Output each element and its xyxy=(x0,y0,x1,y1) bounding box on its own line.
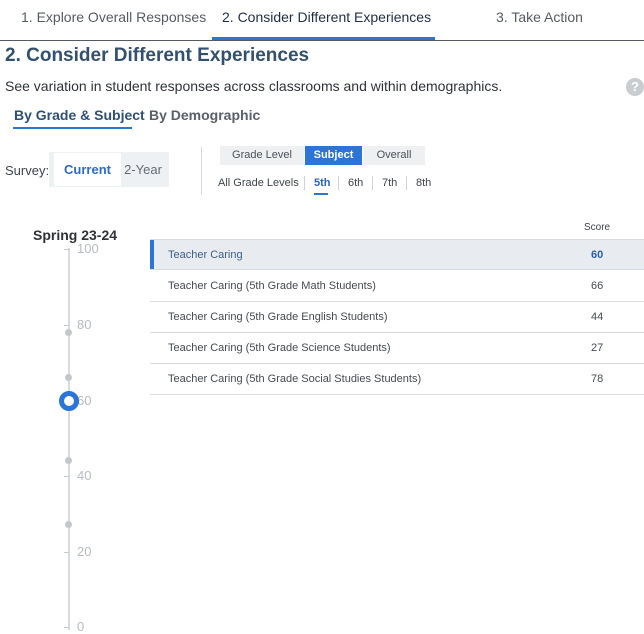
slider-minor-tick xyxy=(64,476,69,477)
page-description: See variation in student responses acros… xyxy=(5,78,503,94)
steps-nav: 1. Explore Overall Responses 2. Consider… xyxy=(0,0,644,41)
active-tab-indicator xyxy=(13,127,132,129)
grade-7th[interactable]: 7th xyxy=(382,176,397,190)
tab-by-demographic[interactable]: By Demographic xyxy=(149,107,260,123)
table-row[interactable]: Teacher Caring (5th Grade Math Students)… xyxy=(150,271,644,302)
page-title: 2. Consider Different Experiences xyxy=(5,45,310,66)
grade-separator xyxy=(338,176,339,190)
slider-tick-40: 40 xyxy=(77,468,92,483)
step-take-action[interactable]: 3. Take Action xyxy=(496,9,583,25)
breakdown-grade-level[interactable]: Grade Level xyxy=(220,146,304,165)
grade-5th[interactable]: 5th xyxy=(314,176,331,190)
step-explore-overall-responses[interactable]: 1. Explore Overall Responses xyxy=(21,9,206,25)
table-row[interactable]: Teacher Caring (5th Grade Social Studies… xyxy=(150,364,644,395)
row-score: 60 xyxy=(591,249,604,261)
slider-tick-20: 20 xyxy=(77,544,92,559)
row-label: Teacher Caring (5th Grade English Studen… xyxy=(168,311,388,323)
grade-8th[interactable]: 8th xyxy=(416,176,431,190)
slider-score-dot[interactable] xyxy=(65,374,72,381)
row-score: 66 xyxy=(591,280,604,292)
slider-tick-80: 80 xyxy=(77,317,92,332)
grade-separator xyxy=(406,176,407,190)
score-column-header: Score xyxy=(584,222,611,233)
score-slider-handle[interactable] xyxy=(59,391,79,411)
slider-score-dot[interactable] xyxy=(65,457,72,464)
slider-minor-tick xyxy=(64,325,69,326)
row-score: 44 xyxy=(591,311,604,323)
slider-minor-tick xyxy=(64,249,69,250)
tab-by-grade-and-subject[interactable]: By Grade & Subject xyxy=(14,107,145,123)
grade-6th[interactable]: 6th xyxy=(348,176,363,190)
question-mark-icon[interactable]: ? xyxy=(626,78,644,96)
table-row[interactable]: Teacher Caring (5th Grade Science Studen… xyxy=(150,333,644,364)
table-row[interactable]: Teacher Caring (5th Grade English Studen… xyxy=(150,302,644,333)
slider-tick-60: 60 xyxy=(77,393,92,408)
slider-minor-tick xyxy=(64,552,69,553)
step-consider-different-experiences[interactable]: 2. Consider Different Experiences xyxy=(222,9,431,25)
grade-filter: All Grade Levels 5th 6th 7th 8th xyxy=(0,176,644,190)
slider-score-dot[interactable] xyxy=(65,521,72,528)
grade-separator xyxy=(372,176,373,190)
row-label: Teacher Caring (5th Grade Social Studies… xyxy=(168,373,422,385)
breakdown-subject[interactable]: Subject xyxy=(305,146,362,165)
slider-score-dot[interactable] xyxy=(65,329,72,336)
slider-minor-tick xyxy=(64,627,69,628)
score-slider-track[interactable] xyxy=(68,248,70,630)
active-step-indicator xyxy=(212,37,435,40)
row-label: Teacher Caring (5th Grade Science Studen… xyxy=(168,342,391,354)
row-score: 78 xyxy=(591,373,604,385)
slider-tick-0: 0 xyxy=(77,619,85,634)
grade-separator xyxy=(304,176,305,190)
grade-all-levels[interactable]: All Grade Levels xyxy=(218,176,299,190)
active-grade-indicator xyxy=(314,193,328,195)
slider-tick-100: 100 xyxy=(77,241,99,256)
row-score: 27 xyxy=(591,342,604,354)
table-row[interactable]: Teacher Caring 60 xyxy=(150,239,644,270)
row-label: Teacher Caring (5th Grade Math Students) xyxy=(168,280,376,292)
breakdown-overall[interactable]: Overall xyxy=(363,146,425,165)
row-label: Teacher Caring xyxy=(168,249,243,261)
period-label: Spring 23-24 xyxy=(33,227,118,243)
